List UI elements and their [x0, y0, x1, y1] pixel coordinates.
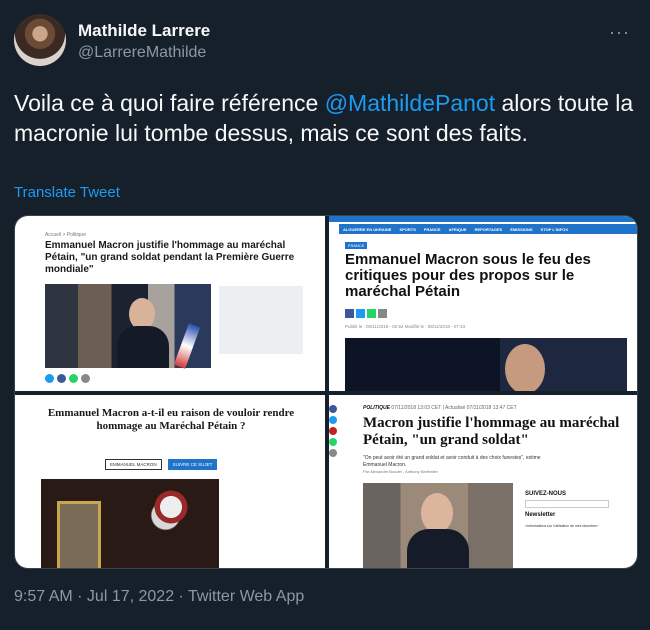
article-headline: Emmanuel Macron sous le feu des critique… [345, 251, 591, 300]
author-handle[interactable]: @LarrereMathilde [78, 44, 206, 62]
media-grid[interactable]: Accueil > Politique Emmanuel Macron just… [14, 215, 638, 569]
rubric-line: POLITIQUE 07/11/2018 13:03 CET | Actuali… [363, 405, 517, 411]
media-image-1[interactable]: Accueil > Politique Emmanuel Macron just… [15, 216, 325, 391]
author-name[interactable]: Mathilde Larrere [78, 21, 210, 41]
nav-item: ALGUERRE EN UKRAINE [343, 226, 392, 232]
photo-sash [173, 323, 201, 369]
photo-suit [117, 326, 169, 368]
follow-topic-button: SUIVRE CE SUJET [167, 459, 218, 470]
photo-suit [407, 529, 469, 568]
article-photo [41, 479, 219, 568]
translate-tweet-link[interactable]: Translate Tweet [14, 184, 120, 201]
breadcrumb: Accueil > Politique [45, 232, 86, 238]
section-tag: FRANCE [345, 242, 368, 249]
pinterest-icon [329, 427, 337, 435]
article-byline: Par Alexandre Boudet , Anthony Berthelie… [363, 469, 438, 474]
twitter-icon [356, 309, 365, 318]
twitter-icon [329, 416, 337, 424]
site-topbar [329, 216, 637, 222]
rubric-date: 07/11/2018 13:03 CET | Actualisé 07/11/2… [391, 405, 517, 411]
article-photo [45, 284, 211, 369]
newsletter-title: Newsletter [525, 512, 556, 518]
facebook-icon [329, 405, 337, 413]
facebook-icon [345, 309, 354, 318]
whatsapp-icon [69, 374, 78, 383]
flower-wreath [141, 487, 201, 527]
share-sidebar [329, 405, 341, 457]
topic-tag: EMMANUEL MACRON [105, 459, 162, 470]
nav-item: FRANCE [423, 226, 441, 232]
whatsapp-icon [367, 309, 376, 318]
mail-icon [329, 449, 337, 457]
mention-link[interactable]: @MathildePanot [325, 90, 495, 116]
media-image-3[interactable]: Emmanuel Macron a-t-il eu raison de voul… [15, 395, 325, 568]
article-headline: Macron justifie l'hommage au maréchal Pé… [363, 415, 620, 448]
article-headline: Emmanuel Macron justifie l'hommage au ma… [45, 240, 295, 275]
more-options-icon[interactable]: ··· [609, 22, 630, 43]
publish-meta: Publié le : 08/11/2018 - 02:54 Modifié l… [345, 324, 466, 329]
tag-row: EMMANUEL MACRON SUIVRE CE SUJET [105, 459, 218, 470]
photo-face [421, 493, 453, 533]
rubric-label: POLITIQUE [363, 405, 390, 411]
nav-item: SPORTS [399, 226, 416, 232]
photo-face [505, 344, 545, 391]
nav-item: AFRIQUE [448, 226, 467, 232]
article-photo [363, 483, 513, 568]
nav-item: ÉMISSIONS [510, 226, 533, 232]
ad-placeholder [219, 286, 303, 354]
media-image-4[interactable]: POLITIQUE 07/11/2018 13:03 CET | Actuali… [329, 395, 637, 568]
portrait-frame [57, 501, 101, 568]
link-icon [81, 374, 90, 383]
avatar[interactable] [14, 14, 66, 66]
link-icon [378, 309, 387, 318]
facebook-icon [45, 374, 54, 383]
whatsapp-icon [329, 438, 337, 446]
follow-title: SUIVEZ-NOUS [525, 491, 567, 497]
article-headline: Emmanuel Macron a-t-il eu raison de voul… [47, 407, 295, 432]
article-lead: "On peut avoir été un grand soldat et av… [363, 455, 541, 468]
tweet-text: Voila ce à quoi faire référence @Mathild… [14, 88, 636, 148]
article-photo [345, 338, 627, 391]
site-navbar: ALGUERRE EN UKRAINE SPORTS FRANCE AFRIQU… [339, 224, 637, 234]
twitter-icon [57, 374, 66, 383]
media-image-2[interactable]: ALGUERRE EN UKRAINE SPORTS FRANCE AFRIQU… [329, 216, 637, 391]
tweet-header: Mathilde Larrere @LarrereMathilde ··· [14, 14, 636, 70]
share-icons [345, 309, 387, 318]
email-field [525, 500, 609, 508]
nav-item: STOP L'INFOX [540, 226, 569, 232]
tweet-timestamp[interactable]: 9:57 AM · Jul 17, 2022 · Twitter Web App [14, 588, 304, 606]
share-icons [45, 374, 90, 383]
nav-item: REPORTAGES [474, 226, 503, 232]
tweet-text-before: Voila ce à quoi faire référence [14, 90, 325, 116]
privacy-info: «Informations sur l'utilisation de mes d… [525, 524, 598, 528]
follow-box: SUIVEZ-NOUS Newsletter «Informations sur… [525, 491, 609, 528]
